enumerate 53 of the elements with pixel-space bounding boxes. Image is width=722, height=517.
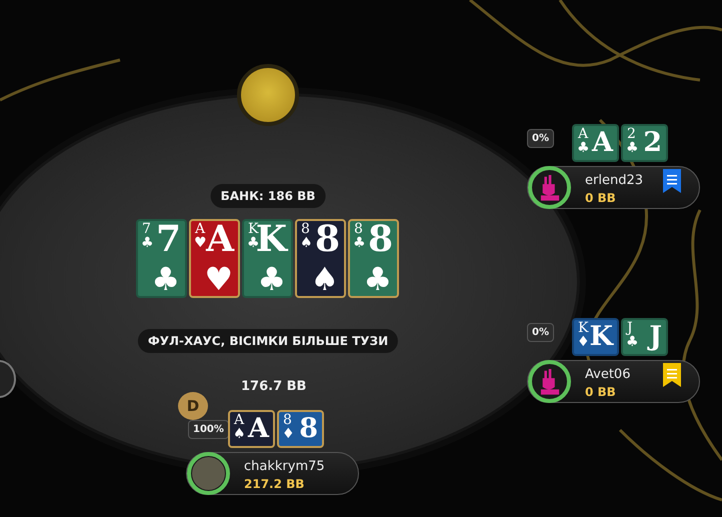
card-corner-rank: A xyxy=(234,413,244,427)
card-corner-suit: ♣ xyxy=(247,236,260,250)
card-rank: A xyxy=(206,221,234,259)
card-suit: ♣ xyxy=(363,263,392,295)
card-rank: K xyxy=(590,321,613,352)
player-name: erlend23 xyxy=(585,172,643,190)
card-corner-rank: 8 xyxy=(301,222,310,236)
equity-label: 100% xyxy=(188,420,229,439)
card-rank: 8 xyxy=(314,221,340,259)
player-stack: 0 BB xyxy=(585,384,616,401)
card-rank: A xyxy=(592,127,613,158)
card-corner-suit: ♦ xyxy=(282,427,295,441)
card-corner-suit: ♦ xyxy=(577,335,590,349)
hand-result-label: ФУЛ-ХАУС, ВІСІМКИ БІЛЬШЕ ТУЗИ xyxy=(138,329,398,353)
bookmark-icon[interactable] xyxy=(663,363,681,387)
card-corner-suit: ♣ xyxy=(626,141,639,155)
player-stack: 217.2 BB xyxy=(244,476,304,493)
card-rank: 8 xyxy=(299,413,318,444)
bookmark-icon[interactable] xyxy=(663,169,681,193)
card-corner-suit: ♣ xyxy=(626,335,639,349)
card-corner-suit: ♠ xyxy=(300,236,313,250)
card-rank: J xyxy=(649,321,662,352)
player-name: Avet06 xyxy=(585,366,630,384)
card-corner-rank: A xyxy=(578,127,588,141)
card-rank: 7 xyxy=(156,221,181,259)
card-corner-suit: ♣ xyxy=(353,236,366,250)
card-corner-rank: K xyxy=(578,321,588,335)
card-corner-suit: ♠ xyxy=(233,427,246,441)
player-panel[interactable]: chakkrym75 217.2 BB xyxy=(186,452,359,495)
card-corner-suit: ♥ xyxy=(194,236,207,250)
equity-label: 0% xyxy=(527,323,554,342)
card-corner-rank: J xyxy=(627,321,633,335)
pot-label: БАНК: 186 BB xyxy=(210,184,326,208)
card-corner-suit: ♣ xyxy=(141,236,154,250)
card-suit: ♠ xyxy=(310,263,339,295)
player-stack: 0 BB xyxy=(585,190,616,207)
player-name: chakkrym75 xyxy=(244,458,325,476)
card-suit: ♣ xyxy=(151,263,180,295)
card-corner-rank: 2 xyxy=(627,127,636,141)
equity-label: 0% xyxy=(527,129,554,148)
card-suit: ♥ xyxy=(204,263,233,295)
player-panel[interactable]: Avet06 0 BB xyxy=(527,360,700,403)
card-corner-rank: A xyxy=(195,222,206,236)
card-corner-suit: ♣ xyxy=(577,141,590,155)
player-panel[interactable]: erlend23 0 BB xyxy=(527,166,700,209)
bet-amount: 176.7 BB xyxy=(241,378,306,396)
card-rank: 2 xyxy=(643,127,662,158)
card-corner-rank: 8 xyxy=(283,413,292,427)
card-rank: 8 xyxy=(368,221,393,259)
card-rank: A xyxy=(248,413,269,444)
card-suit: ♣ xyxy=(257,263,286,295)
card-corner-rank: 7 xyxy=(142,222,151,236)
card-corner-rank: 8 xyxy=(354,222,363,236)
